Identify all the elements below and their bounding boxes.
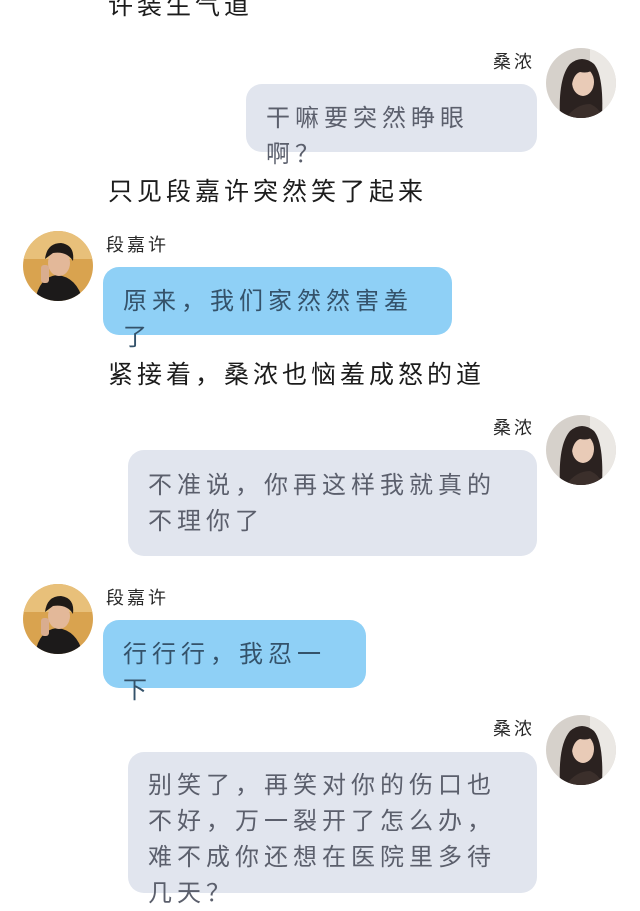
message-bubble: 别笑了，再笑对你的伤口也不好，万一裂开了怎么办，难不成你还想在医院里多待几天？ [128, 752, 537, 907]
sender-name: 桑浓 [493, 52, 535, 73]
sender-name: 桑浓 [493, 418, 535, 439]
avatar-female[interactable] [546, 715, 616, 785]
avatar-female[interactable] [546, 48, 616, 118]
avatar-male[interactable] [23, 231, 93, 301]
message-bubble: 不准说，你再这样我就真的不理你了 [128, 450, 537, 556]
message-bubble: 行行行，我忍一下 [103, 620, 366, 704]
narration: 紧接着，桑浓也恼羞成怒的道 [108, 360, 486, 389]
sender-name: 段嘉许 [106, 588, 169, 609]
sender-name: 段嘉许 [106, 235, 169, 256]
narration-top: 许装生气道 [108, 0, 254, 20]
avatar-female[interactable] [546, 415, 616, 485]
avatar-male[interactable] [23, 584, 93, 654]
message-bubble: 原来，我们家然然害羞了 [103, 267, 452, 351]
message-bubble: 干嘛要突然睁眼啊？ [246, 84, 537, 168]
sender-name: 桑浓 [493, 719, 535, 740]
narration: 只见段嘉许突然笑了起来 [108, 177, 428, 206]
